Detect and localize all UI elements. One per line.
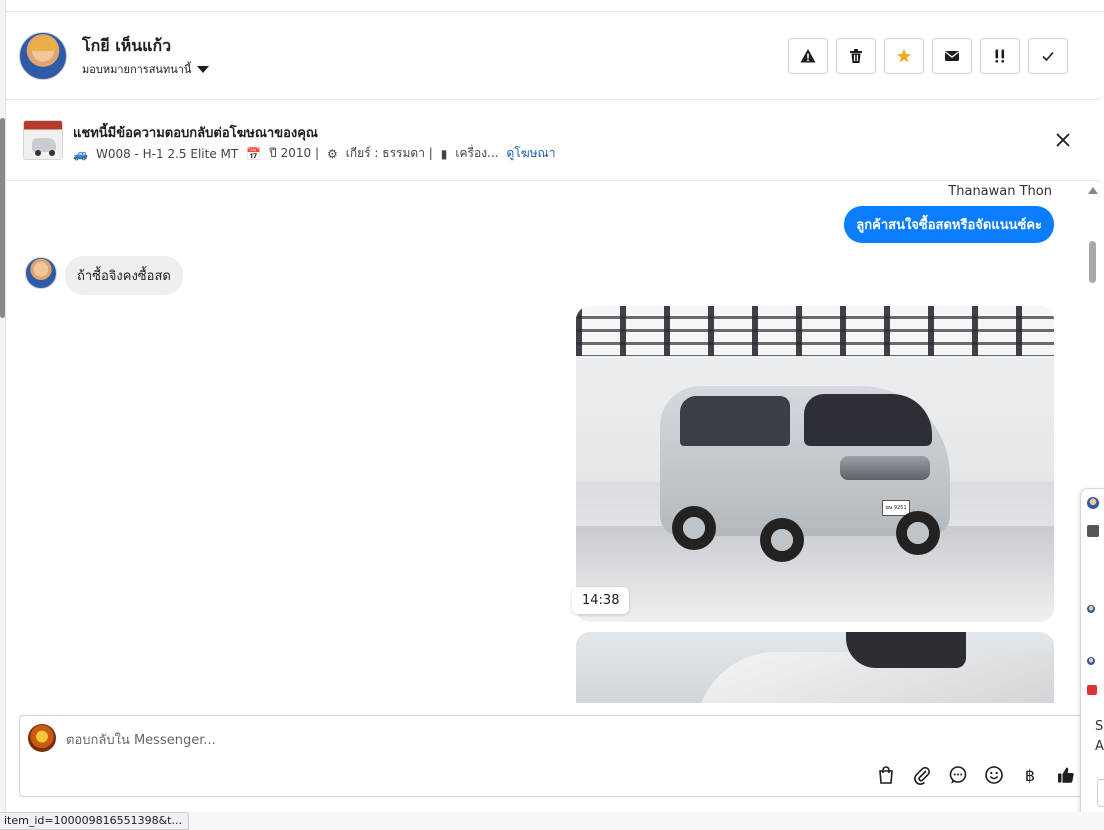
popup-button[interactable] [1097, 779, 1104, 807]
view-ad-link[interactable]: ดูโฆษณา [507, 144, 556, 163]
popup-avatar [1087, 497, 1099, 509]
photo-floor [576, 526, 1054, 622]
warning-icon [800, 49, 816, 63]
car-photo-attachment[interactable]: ฆษ 9251 [576, 306, 1054, 622]
header-actions [788, 38, 1068, 74]
van-grille [840, 456, 930, 480]
inbox-page: โกยี เห็นแก้ว มอบหมายการสนทนานี้ แชทนี้ม… [0, 0, 1104, 830]
ad-model: W008 - H-1 2.5 Elite MT [95, 146, 239, 161]
incoming-message-bubble[interactable]: ถ้าซื้อจิงคงซื้อสด [65, 256, 183, 295]
check-icon [1042, 51, 1054, 62]
star-icon [897, 49, 911, 63]
ad-reply-banner: แชทนี้มีข้อความตอบกลับต่อโฆษณาของคุณ 🚙 W… [6, 101, 1100, 181]
warning-button[interactable] [788, 38, 828, 74]
popup-calendar-icon [1087, 685, 1097, 695]
outgoing-sender-name: Thanawan Thon [948, 184, 1052, 199]
reply-input[interactable] [66, 730, 866, 750]
mark-done-button[interactable] [1028, 38, 1068, 74]
thread-scrollbar-thumb[interactable] [1089, 241, 1096, 283]
photo-ceiling-grid [576, 306, 1054, 356]
message-timestamp: 14:38 [572, 587, 630, 614]
scroll-up-arrow-icon[interactable] [1088, 187, 1098, 194]
van-icon: 🚙 [73, 146, 88, 161]
outer-scrollbar-thumb[interactable] [0, 118, 5, 318]
star-button[interactable] [884, 38, 924, 74]
photo-car-glass [846, 632, 966, 668]
caret-down-icon [197, 65, 210, 73]
chat-bubble-icon[interactable] [947, 764, 969, 786]
delete-button[interactable] [836, 38, 876, 74]
priority-icon [995, 49, 1005, 63]
baht-icon[interactable]: ฿ [1019, 764, 1041, 786]
composer-tools: ฿ [875, 764, 1077, 786]
van-wheel [760, 518, 804, 562]
license-plate-text: ฆษ 9251 [885, 505, 907, 511]
assign-conversation-dropdown[interactable]: มอบหมายการสนทนานี้ [82, 60, 210, 78]
envelope-icon [945, 51, 959, 61]
contact-message-avatar [25, 257, 57, 289]
van-side-window [680, 396, 790, 446]
shopping-bag-icon[interactable] [875, 764, 897, 786]
contact-name[interactable]: โกยี เห็นแก้ว [82, 34, 171, 59]
side-popup-panel[interactable]: S A [1080, 488, 1104, 824]
page-avatar [28, 724, 56, 752]
assign-label: มอบหมายการสนทนานี้ [82, 63, 192, 76]
van-wheel [896, 511, 940, 555]
popup-avatar-small [1087, 657, 1095, 665]
message-composer: ฿ [19, 715, 1084, 797]
gear-icon: ⚙ [327, 146, 338, 161]
trash-icon [850, 49, 862, 63]
outgoing-message-bubble[interactable]: ลูกค้าสนใจซื้อสดหรือจัดแนนซ์คะ [844, 206, 1054, 243]
car-photo-attachment-2[interactable] [576, 632, 1054, 703]
ad-banner-title: แชทนี้มีข้อความตอบกลับต่อโฆษณาของคุณ [73, 126, 318, 141]
message-thread[interactable]: Thanawan Thon ลูกค้าสนใจซื้อสดหรือจัดแนน… [6, 181, 1100, 703]
ad-year: ปี 2010 | [269, 146, 319, 160]
van-windshield [804, 394, 932, 446]
emoji-icon[interactable] [983, 764, 1005, 786]
ad-gear: เกียร์ : ธรรมดา | [345, 146, 433, 160]
paperclip-icon[interactable] [911, 764, 933, 786]
popup-text-2: A [1095, 739, 1104, 754]
close-icon[interactable] [1054, 131, 1072, 149]
van-wheel [672, 506, 716, 550]
popup-text-1: S [1095, 719, 1104, 734]
follow-up-button[interactable] [980, 38, 1020, 74]
battery-icon: ▮ [440, 146, 448, 161]
calendar-icon: 📅 [246, 146, 262, 161]
conversation-header: โกยี เห็นแก้ว มอบหมายการสนทนานี้ [6, 12, 1100, 100]
ad-engine: เครื่อง... [455, 146, 499, 160]
mark-unread-button[interactable] [932, 38, 972, 74]
status-url: item_id=100009816551398&t... [0, 812, 189, 830]
ad-thumbnail[interactable] [23, 120, 63, 160]
popup-avatar-small [1087, 605, 1095, 613]
thumbs-up-icon[interactable] [1055, 764, 1077, 786]
contact-avatar[interactable] [19, 32, 67, 80]
ad-banner-description: 🚙 W008 - H-1 2.5 Elite MT 📅 ปี 2010 | ⚙ … [73, 144, 555, 163]
popup-ad-icon [1087, 525, 1099, 537]
